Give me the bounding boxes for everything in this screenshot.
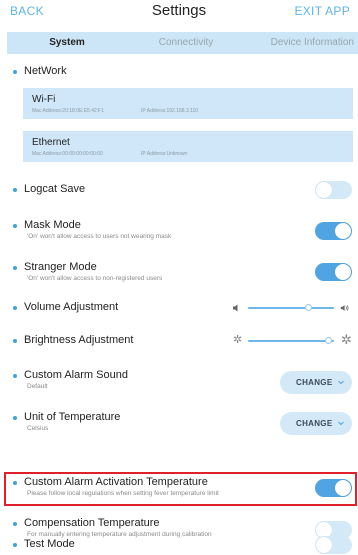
bullet-icon (13, 543, 17, 547)
custom-alarm-sound-label: Custom Alarm Sound (24, 369, 128, 381)
bullet-icon (13, 266, 17, 270)
stranger-mode-toggle[interactable] (315, 263, 352, 281)
brightness-low-icon: ✲ (233, 334, 243, 346)
bullet-icon (13, 374, 17, 378)
slider-track (248, 307, 334, 309)
network-section: NetWork (0, 62, 358, 82)
chevron-down-icon (338, 421, 344, 426)
bullet-icon (13, 522, 17, 526)
brightness-label: Brightness Adjustment (24, 334, 134, 346)
toggle-knob (335, 223, 351, 239)
test-mode-row: Test Mode (0, 533, 358, 555)
volume-low-icon (233, 304, 238, 312)
ethernet-name: Ethernet (32, 137, 70, 148)
tab-system[interactable]: System (7, 32, 127, 54)
volume-row: Volume Adjustment (0, 297, 358, 319)
unit-of-temperature-row: Unit of Temperature Celsius CHANGE (0, 408, 358, 438)
logcat-save-row: Logcat Save (0, 178, 358, 202)
volume-slider-thumb[interactable] (304, 304, 312, 311)
brightness-slider-thumb[interactable] (324, 337, 332, 344)
app-header: BACK Settings EXIT APP (0, 0, 358, 28)
test-mode-label: Test Mode (24, 538, 75, 550)
ethernet-mac-address: Mac Address:00:00:00:00:00:00 (32, 151, 103, 157)
mask-mode-toggle[interactable] (315, 222, 352, 240)
stranger-mode-description: 'On' won't allow access to non-registere… (27, 275, 163, 282)
stranger-mode-row: Stranger Mode 'On' won't allow access to… (0, 258, 358, 288)
custom-alarm-sound-value: Default (27, 383, 48, 390)
brightness-high-icon: ✲ (341, 332, 352, 347)
wifi-ip-address: IP Address:192.168.3.110 (141, 108, 199, 114)
tab-device-information[interactable]: Device Information (245, 32, 358, 54)
logcat-save-label: Logcat Save (24, 183, 86, 195)
unit-of-temperature-label: Unit of Temperature (24, 411, 121, 423)
volume-label: Volume Adjustment (24, 301, 119, 313)
toggle-knob (316, 537, 332, 553)
logcat-save-toggle[interactable] (315, 181, 352, 199)
bullet-icon (13, 70, 17, 74)
test-mode-toggle[interactable] (315, 536, 352, 554)
bullet-icon (13, 306, 17, 310)
highlight-box (4, 472, 357, 506)
wifi-name: Wi-Fi (32, 94, 56, 105)
stranger-mode-label: Stranger Mode (24, 261, 97, 273)
mask-mode-description: 'On' won't allow access to users not wea… (27, 233, 172, 240)
volume-high-icon (340, 305, 349, 311)
brightness-row: Brightness Adjustment ✲ ✲ (0, 330, 358, 352)
bullet-icon (13, 416, 17, 420)
mask-mode-label: Mask Mode (24, 219, 81, 231)
brightness-slider[interactable] (248, 336, 334, 346)
ethernet-item[interactable]: Ethernet Mac Address:00:00:00:00:00:00 I… (23, 131, 353, 162)
toggle-knob (335, 264, 351, 280)
network-label: NetWork (24, 65, 67, 77)
toggle-knob (316, 182, 332, 198)
custom-alarm-sound-row: Custom Alarm Sound Default CHANGE (0, 366, 358, 396)
bullet-icon (13, 188, 17, 192)
chevron-down-icon (338, 380, 344, 385)
volume-slider[interactable] (248, 303, 334, 313)
change-button-label: CHANGE (296, 378, 333, 387)
ethernet-ip-address: IP Address:Unknown (141, 151, 188, 157)
compensation-temperature-label: Compensation Temperature (24, 517, 160, 529)
unit-of-temperature-value: Celsius (27, 425, 49, 432)
exit-app-button[interactable]: EXIT APP (294, 4, 350, 18)
bullet-icon (13, 339, 17, 343)
unit-temperature-change-button[interactable]: CHANGE (280, 412, 352, 435)
bullet-icon (13, 224, 17, 228)
tab-connectivity[interactable]: Connectivity (127, 32, 245, 54)
wifi-mac-address: Mac Address:20:18:0E:E5:42:F1 (32, 108, 104, 114)
mask-mode-row: Mask Mode 'On' won't allow access to use… (0, 216, 358, 246)
change-button-label: CHANGE (296, 419, 333, 428)
alarm-sound-change-button[interactable]: CHANGE (280, 371, 352, 394)
wifi-item[interactable]: Wi-Fi Mac Address:20:18:0E:E5:42:F1 IP A… (23, 88, 353, 119)
slider-track (248, 340, 334, 342)
tab-bar: System Connectivity Device Information (7, 32, 358, 54)
